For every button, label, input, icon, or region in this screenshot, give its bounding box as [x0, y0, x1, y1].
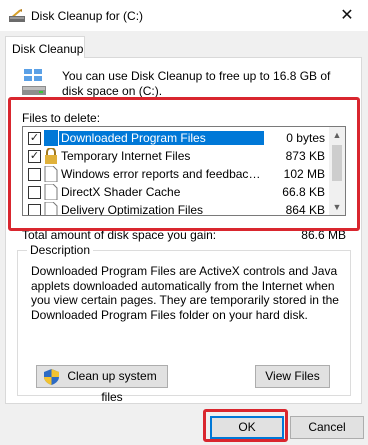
- uac-shield-icon: [44, 369, 59, 385]
- item-size: 0 bytes: [286, 131, 325, 145]
- total-gain-label: Total amount of disk space you gain:: [22, 228, 217, 242]
- list-item[interactable]: ✓ Downloaded Program Files 0 bytes: [23, 129, 329, 147]
- scroll-down-icon[interactable]: ▼: [329, 199, 345, 215]
- folder-icon: [44, 130, 58, 146]
- scroll-thumb[interactable]: [332, 145, 342, 181]
- item-size: 864 KB: [285, 203, 325, 216]
- tab-disk-cleanup[interactable]: Disk Cleanup: [5, 36, 85, 58]
- window-title: Disk Cleanup for (C:): [31, 9, 144, 23]
- list-item[interactable]: Delivery Optimization Files 864 KB: [23, 201, 329, 216]
- description-text: Downloaded Program Files are ActiveX con…: [31, 264, 339, 322]
- item-size: 102 MB: [283, 167, 325, 181]
- cancel-button[interactable]: Cancel: [290, 416, 364, 439]
- file-icon: [44, 166, 58, 182]
- item-name: Windows error reports and feedback di...: [61, 167, 266, 181]
- file-icon: [44, 202, 58, 215]
- checkbox[interactable]: ✓: [28, 150, 41, 163]
- item-name: DirectX Shader Cache: [61, 185, 181, 199]
- item-size: 66.8 KB: [282, 185, 325, 199]
- list-scrollbar[interactable]: ▲ ▼: [329, 127, 345, 215]
- item-name: Temporary Internet Files: [61, 149, 191, 163]
- checkbox[interactable]: ✓: [28, 132, 41, 145]
- close-button[interactable]: ✕: [326, 0, 368, 31]
- list-item[interactable]: Windows error reports and feedback di...…: [23, 165, 329, 183]
- title-bar: Disk Cleanup for (C:) ✕: [0, 0, 368, 31]
- scroll-up-icon[interactable]: ▲: [329, 127, 345, 143]
- view-files-button[interactable]: View Files: [255, 365, 330, 388]
- checkbox[interactable]: [28, 168, 41, 181]
- files-list[interactable]: ✓ Downloaded Program Files 0 bytes ✓ Tem…: [22, 126, 346, 216]
- item-size: 873 KB: [285, 149, 325, 163]
- list-item[interactable]: DirectX Shader Cache 66.8 KB: [23, 183, 329, 201]
- checkbox[interactable]: [28, 186, 41, 199]
- intro-text: You can use Disk Cleanup to free up to 1…: [62, 69, 331, 98]
- description-legend: Description: [27, 243, 94, 257]
- clean-up-system-files-button[interactable]: Clean up system files: [36, 365, 168, 404]
- ok-button[interactable]: OK: [210, 416, 284, 439]
- lock-icon: [45, 148, 57, 164]
- drive-icon: [22, 69, 46, 95]
- list-item[interactable]: ✓ Temporary Internet Files 873 KB: [23, 147, 329, 165]
- total-gain-value: 86.6 MB: [301, 228, 346, 242]
- checkbox[interactable]: [28, 204, 41, 215]
- files-to-delete-label: Files to delete:: [22, 111, 101, 125]
- file-icon: [44, 184, 58, 200]
- item-name: Downloaded Program Files: [59, 131, 264, 145]
- disk-cleanup-icon: [9, 9, 25, 22]
- item-name: Delivery Optimization Files: [61, 203, 204, 216]
